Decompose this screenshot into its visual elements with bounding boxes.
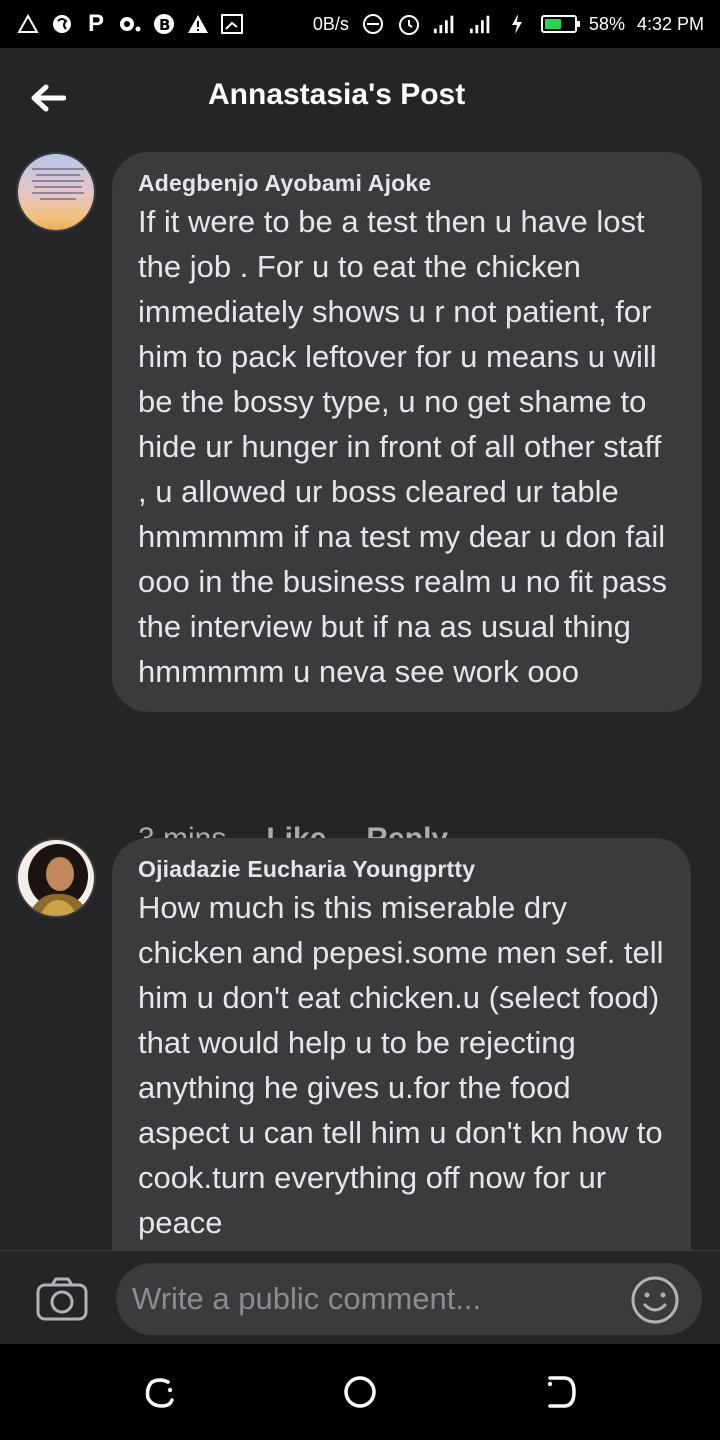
comment-author[interactable]: Adegbenjo Ayobami Ajoke bbox=[138, 170, 676, 197]
warning-triangle-icon bbox=[16, 12, 40, 36]
comment-bubble[interactable]: Adegbenjo Ayobami Ajoke If it were to be… bbox=[112, 152, 702, 712]
comment-text: How much is this miserable dry chicken a… bbox=[138, 890, 664, 1240]
home-button[interactable] bbox=[338, 1370, 382, 1414]
back-button[interactable] bbox=[28, 78, 68, 118]
recent-apps-button[interactable] bbox=[138, 1370, 182, 1414]
b-app-icon: B bbox=[152, 12, 176, 36]
back-nav-button[interactable] bbox=[538, 1370, 582, 1414]
home-circle-icon bbox=[344, 1376, 376, 1408]
back-arrow-icon bbox=[31, 84, 66, 112]
do-not-disturb-icon bbox=[361, 12, 385, 36]
comments-screen: Annastasia's Post Adegbenjo Ayobami Ajok… bbox=[0, 48, 720, 1344]
comment-composer bbox=[0, 1250, 720, 1344]
header: Annastasia's Post bbox=[0, 48, 720, 148]
signal-hplus-icon bbox=[469, 12, 493, 36]
app-notification-icon bbox=[50, 12, 74, 36]
svg-text:B: B bbox=[159, 16, 170, 34]
alarm-icon bbox=[397, 12, 421, 36]
avatar-image bbox=[18, 840, 94, 916]
battery-percent: 58% bbox=[588, 13, 625, 34]
avatar-image bbox=[18, 154, 94, 230]
comment-author[interactable]: Ojiadazie Eucharia Youngprtty bbox=[138, 856, 665, 883]
net-speed: 0B/s bbox=[312, 13, 349, 34]
camera-icon bbox=[36, 1277, 88, 1321]
signal-icon bbox=[433, 12, 457, 36]
screenshot-icon bbox=[220, 12, 244, 36]
battery-icon bbox=[540, 15, 580, 33]
notification-icons: P B bbox=[16, 10, 244, 37]
charging-icon bbox=[505, 12, 529, 36]
smiley-icon bbox=[631, 1276, 679, 1324]
comment-bubble[interactable]: Ojiadazie Eucharia Youngprtty How much i… bbox=[112, 838, 691, 1268]
dots-app-icon bbox=[118, 12, 142, 36]
camera-button[interactable] bbox=[36, 1277, 88, 1321]
recent-apps-icon bbox=[145, 1378, 174, 1408]
comment-input[interactable] bbox=[116, 1263, 702, 1335]
clock: 4:32 PM bbox=[636, 13, 704, 34]
avatar[interactable] bbox=[16, 152, 96, 232]
system-nav-bar bbox=[0, 1344, 720, 1440]
avatar[interactable] bbox=[16, 838, 96, 918]
alert-icon bbox=[186, 12, 210, 36]
system-status: 0B/s 58% 4:32 PM bbox=[313, 12, 704, 36]
page-title: Annastasia's Post bbox=[208, 78, 466, 111]
back-nav-icon bbox=[547, 1376, 576, 1408]
emoji-button[interactable] bbox=[630, 1275, 680, 1325]
p-app-icon: P bbox=[87, 10, 104, 37]
comment-text: If it were to be a test then u have lost… bbox=[138, 204, 668, 689]
status-bar: P B 0B/s 58% 4:32 PM bbox=[0, 0, 720, 48]
